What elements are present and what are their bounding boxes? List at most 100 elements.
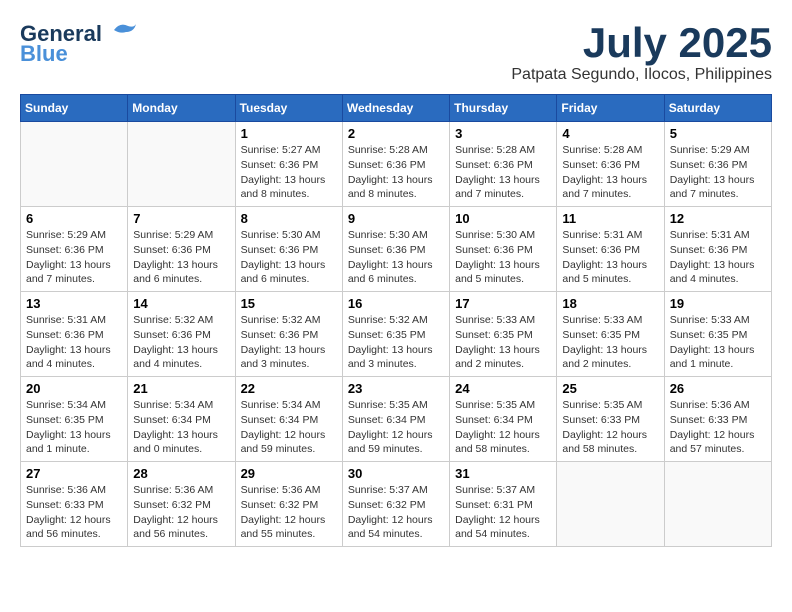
calendar-cell: 13 Sunrise: 5:31 AM Sunset: 6:36 PM Dayli… (21, 292, 128, 377)
day-info: Sunrise: 5:33 AM Sunset: 6:35 PM Dayligh… (455, 313, 551, 372)
day-info: Sunrise: 5:31 AM Sunset: 6:36 PM Dayligh… (670, 228, 766, 287)
calendar-cell (664, 462, 771, 547)
weekday-header-friday: Friday (557, 95, 664, 122)
calendar-cell: 17 Sunrise: 5:33 AM Sunset: 6:35 PM Dayli… (450, 292, 557, 377)
day-number: 14 (133, 296, 229, 311)
day-info: Sunrise: 5:28 AM Sunset: 6:36 PM Dayligh… (562, 143, 658, 202)
calendar-cell (557, 462, 664, 547)
calendar-cell: 6 Sunrise: 5:29 AM Sunset: 6:36 PM Daylig… (21, 207, 128, 292)
day-info: Sunrise: 5:31 AM Sunset: 6:36 PM Dayligh… (562, 228, 658, 287)
weekday-header-sunday: Sunday (21, 95, 128, 122)
day-number: 6 (26, 211, 122, 226)
day-number: 22 (241, 381, 337, 396)
weekday-header-monday: Monday (128, 95, 235, 122)
day-number: 21 (133, 381, 229, 396)
weekday-header-wednesday: Wednesday (342, 95, 449, 122)
calendar-cell: 22 Sunrise: 5:34 AM Sunset: 6:34 PM Dayli… (235, 377, 342, 462)
day-info: Sunrise: 5:34 AM Sunset: 6:34 PM Dayligh… (241, 398, 337, 457)
calendar-cell: 5 Sunrise: 5:29 AM Sunset: 6:36 PM Daylig… (664, 122, 771, 207)
day-info: Sunrise: 5:33 AM Sunset: 6:35 PM Dayligh… (562, 313, 658, 372)
day-number: 4 (562, 126, 658, 141)
day-info: Sunrise: 5:28 AM Sunset: 6:36 PM Dayligh… (455, 143, 551, 202)
day-number: 7 (133, 211, 229, 226)
calendar-cell: 1 Sunrise: 5:27 AM Sunset: 6:36 PM Daylig… (235, 122, 342, 207)
weekday-header-tuesday: Tuesday (235, 95, 342, 122)
day-number: 19 (670, 296, 766, 311)
day-info: Sunrise: 5:37 AM Sunset: 6:31 PM Dayligh… (455, 483, 551, 542)
calendar-cell: 14 Sunrise: 5:32 AM Sunset: 6:36 PM Dayli… (128, 292, 235, 377)
week-row-4: 20Sunrise: 5:34 AM Sunset: 6:35 PM Dayli… (21, 377, 772, 462)
calendar-cell: 20Sunrise: 5:34 AM Sunset: 6:35 PM Dayli… (21, 377, 128, 462)
calendar-cell: 2 Sunrise: 5:28 AM Sunset: 6:36 PM Daylig… (342, 122, 449, 207)
day-number: 30 (348, 466, 444, 481)
week-row-3: 13 Sunrise: 5:31 AM Sunset: 6:36 PM Dayli… (21, 292, 772, 377)
calendar-cell: 7Sunrise: 5:29 AM Sunset: 6:36 PM Daylig… (128, 207, 235, 292)
day-info: Sunrise: 5:35 AM Sunset: 6:34 PM Dayligh… (455, 398, 551, 457)
calendar-cell: 3Sunrise: 5:28 AM Sunset: 6:36 PM Daylig… (450, 122, 557, 207)
day-info: Sunrise: 5:32 AM Sunset: 6:36 PM Dayligh… (241, 313, 337, 372)
calendar-cell: 8 Sunrise: 5:30 AM Sunset: 6:36 PM Daylig… (235, 207, 342, 292)
day-number: 2 (348, 126, 444, 141)
day-number: 23 (348, 381, 444, 396)
calendar-cell: 16Sunrise: 5:32 AM Sunset: 6:35 PM Dayli… (342, 292, 449, 377)
day-info: Sunrise: 5:34 AM Sunset: 6:34 PM Dayligh… (133, 398, 229, 457)
calendar-cell: 18 Sunrise: 5:33 AM Sunset: 6:35 PM Dayli… (557, 292, 664, 377)
day-info: Sunrise: 5:28 AM Sunset: 6:36 PM Dayligh… (348, 143, 444, 202)
day-info: Sunrise: 5:33 AM Sunset: 6:35 PM Dayligh… (670, 313, 766, 372)
day-info: Sunrise: 5:36 AM Sunset: 6:32 PM Dayligh… (241, 483, 337, 542)
day-info: Sunrise: 5:36 AM Sunset: 6:33 PM Dayligh… (26, 483, 122, 542)
calendar-cell: 25Sunrise: 5:35 AM Sunset: 6:33 PM Dayli… (557, 377, 664, 462)
day-info: Sunrise: 5:34 AM Sunset: 6:35 PM Dayligh… (26, 398, 122, 457)
day-info: Sunrise: 5:30 AM Sunset: 6:36 PM Dayligh… (241, 228, 337, 287)
day-info: Sunrise: 5:36 AM Sunset: 6:33 PM Dayligh… (670, 398, 766, 457)
day-info: Sunrise: 5:32 AM Sunset: 6:35 PM Dayligh… (348, 313, 444, 372)
weekday-header-thursday: Thursday (450, 95, 557, 122)
day-number: 17 (455, 296, 551, 311)
weekday-header-row: SundayMondayTuesdayWednesdayThursdayFrid… (21, 95, 772, 122)
calendar-cell: 21 Sunrise: 5:34 AM Sunset: 6:34 PM Dayli… (128, 377, 235, 462)
logo-bird-icon (106, 20, 138, 42)
calendar-cell: 24Sunrise: 5:35 AM Sunset: 6:34 PM Dayli… (450, 377, 557, 462)
day-info: Sunrise: 5:29 AM Sunset: 6:36 PM Dayligh… (670, 143, 766, 202)
calendar-cell: 19 Sunrise: 5:33 AM Sunset: 6:35 PM Dayli… (664, 292, 771, 377)
day-number: 8 (241, 211, 337, 226)
week-row-1: 1 Sunrise: 5:27 AM Sunset: 6:36 PM Daylig… (21, 122, 772, 207)
day-number: 27 (26, 466, 122, 481)
day-number: 26 (670, 381, 766, 396)
calendar-cell (128, 122, 235, 207)
calendar-cell: 31 Sunrise: 5:37 AM Sunset: 6:31 PM Dayli… (450, 462, 557, 547)
day-info: Sunrise: 5:37 AM Sunset: 6:32 PM Dayligh… (348, 483, 444, 542)
day-info: Sunrise: 5:35 AM Sunset: 6:33 PM Dayligh… (562, 398, 658, 457)
day-number: 15 (241, 296, 337, 311)
day-info: Sunrise: 5:31 AM Sunset: 6:36 PM Dayligh… (26, 313, 122, 372)
calendar-cell: 26 Sunrise: 5:36 AM Sunset: 6:33 PM Dayli… (664, 377, 771, 462)
location-subtitle: Patpata Segundo, Ilocos, Philippines (511, 66, 772, 84)
day-info: Sunrise: 5:30 AM Sunset: 6:36 PM Dayligh… (348, 228, 444, 287)
logo-blue: Blue (20, 43, 68, 65)
calendar-cell: 9Sunrise: 5:30 AM Sunset: 6:36 PM Daylig… (342, 207, 449, 292)
day-number: 5 (670, 126, 766, 141)
day-number: 28 (133, 466, 229, 481)
day-info: Sunrise: 5:35 AM Sunset: 6:34 PM Dayligh… (348, 398, 444, 457)
calendar-cell: 12Sunrise: 5:31 AM Sunset: 6:36 PM Dayli… (664, 207, 771, 292)
month-year-title: July 2025 (511, 20, 772, 66)
day-number: 18 (562, 296, 658, 311)
calendar-cell: 30 Sunrise: 5:37 AM Sunset: 6:32 PM Dayli… (342, 462, 449, 547)
day-number: 13 (26, 296, 122, 311)
day-info: Sunrise: 5:27 AM Sunset: 6:36 PM Dayligh… (241, 143, 337, 202)
calendar-cell: 29Sunrise: 5:36 AM Sunset: 6:32 PM Dayli… (235, 462, 342, 547)
day-info: Sunrise: 5:32 AM Sunset: 6:36 PM Dayligh… (133, 313, 229, 372)
week-row-5: 27 Sunrise: 5:36 AM Sunset: 6:33 PM Dayli… (21, 462, 772, 547)
day-number: 31 (455, 466, 551, 481)
calendar-cell: 10Sunrise: 5:30 AM Sunset: 6:36 PM Dayli… (450, 207, 557, 292)
logo: General Blue (20, 20, 138, 65)
weekday-header-saturday: Saturday (664, 95, 771, 122)
calendar-cell: 23 Sunrise: 5:35 AM Sunset: 6:34 PM Dayli… (342, 377, 449, 462)
title-section: July 2025 Patpata Segundo, Ilocos, Phili… (511, 20, 772, 84)
day-number: 1 (241, 126, 337, 141)
day-number: 10 (455, 211, 551, 226)
day-info: Sunrise: 5:29 AM Sunset: 6:36 PM Dayligh… (26, 228, 122, 287)
calendar-table: SundayMondayTuesdayWednesdayThursdayFrid… (20, 94, 772, 547)
calendar-cell: 11Sunrise: 5:31 AM Sunset: 6:36 PM Dayli… (557, 207, 664, 292)
calendar-cell (21, 122, 128, 207)
